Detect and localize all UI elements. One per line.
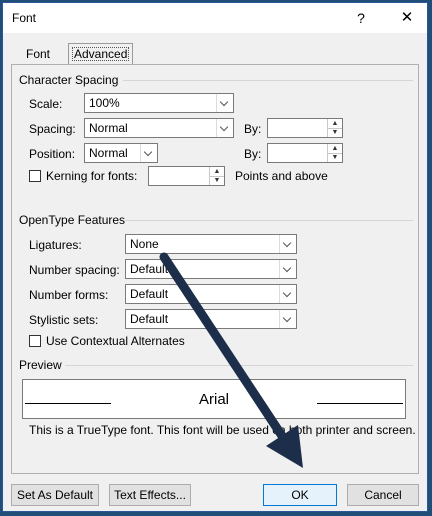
chevron-down-icon[interactable] xyxy=(216,119,233,137)
chevron-down-icon[interactable] xyxy=(279,285,296,303)
position-label: Position: xyxy=(29,147,76,161)
position-by-label: By: xyxy=(244,147,262,161)
tab-font-label: Font xyxy=(26,47,51,61)
number-spacing-label: Number spacing: xyxy=(29,263,120,277)
preview-divider xyxy=(65,365,413,366)
position-by-spinner[interactable]: ▲ ▼ xyxy=(267,143,343,163)
scale-value: 100% xyxy=(89,96,120,110)
position-dropdown[interactable]: Normal xyxy=(84,143,158,163)
stylistic-sets-dropdown[interactable]: Default xyxy=(125,309,297,329)
spinner-buttons: ▲ ▼ xyxy=(209,167,224,185)
number-forms-label: Number forms: xyxy=(29,288,109,302)
ligatures-dropdown[interactable]: None xyxy=(125,234,297,254)
chevron-down-icon[interactable] xyxy=(140,144,157,162)
spacing-label: Spacing: xyxy=(29,122,76,136)
opentype-title: OpenType Features xyxy=(19,213,126,227)
character-spacing-divider xyxy=(123,80,413,81)
number-forms-dropdown[interactable]: Default xyxy=(125,284,297,304)
spinner-buttons: ▲ ▼ xyxy=(327,119,342,137)
chevron-down-icon[interactable] xyxy=(216,94,233,112)
kerning-spinner[interactable]: ▲ ▼ xyxy=(148,166,225,186)
spin-down-icon[interactable]: ▼ xyxy=(210,176,224,185)
font-dialog: Font ? ✕ Font Advanced Character Spacing… xyxy=(2,2,428,512)
number-spacing-dropdown[interactable]: Default xyxy=(125,259,297,279)
cancel-button[interactable]: Cancel xyxy=(347,484,419,506)
contextual-alternates-checkbox[interactable] xyxy=(29,335,41,347)
set-as-default-button[interactable]: Set As Default xyxy=(11,484,99,506)
preview-sample-text: Arial xyxy=(198,391,229,408)
tab-advanced-label: Advanced xyxy=(74,47,128,61)
opentype-divider xyxy=(125,220,413,221)
help-question-icon[interactable]: ? xyxy=(351,8,371,28)
kerning-suffix: Points and above xyxy=(235,169,328,183)
chevron-down-icon[interactable] xyxy=(279,310,296,328)
ok-button[interactable]: OK xyxy=(263,484,337,506)
number-spacing-value: Default xyxy=(130,262,169,276)
spinner-buttons: ▲ ▼ xyxy=(327,144,342,162)
kerning-label: Kerning for fonts: xyxy=(46,169,138,183)
spacing-by-label: By: xyxy=(244,122,262,136)
stylistic-sets-label: Stylistic sets: xyxy=(29,313,99,327)
dialog-title: Font xyxy=(12,11,37,25)
character-spacing-title: Character Spacing xyxy=(19,73,119,87)
position-value: Normal xyxy=(89,146,128,160)
ligatures-value: None xyxy=(130,237,159,251)
ligatures-label: Ligatures: xyxy=(29,238,82,252)
text-effects-button[interactable]: Text Effects... xyxy=(109,484,191,506)
tab-advanced[interactable]: Advanced xyxy=(68,43,134,64)
spin-down-icon[interactable]: ▼ xyxy=(328,153,342,162)
preview-box: Arial xyxy=(22,379,406,419)
scale-label: Scale: xyxy=(29,97,63,111)
spacing-by-spinner[interactable]: ▲ ▼ xyxy=(267,118,343,138)
contextual-alternates-label: Use Contextual Alternates xyxy=(46,334,185,348)
spacing-value: Normal xyxy=(89,121,128,135)
stylistic-sets-value: Default xyxy=(130,312,169,326)
close-icon[interactable]: ✕ xyxy=(397,8,417,28)
kerning-checkbox[interactable] xyxy=(29,170,41,182)
title-bar: Font ? ✕ xyxy=(3,3,427,33)
scale-dropdown[interactable]: 100% xyxy=(84,93,234,113)
tab-font[interactable]: Font xyxy=(21,45,55,63)
preview-description: This is a TrueType font. This font will … xyxy=(29,423,416,437)
number-forms-value: Default xyxy=(130,287,169,301)
chevron-down-icon[interactable] xyxy=(279,235,296,253)
spacing-dropdown[interactable]: Normal xyxy=(84,118,234,138)
chevron-down-icon[interactable] xyxy=(279,260,296,278)
preview-title: Preview xyxy=(19,358,62,372)
spin-down-icon[interactable]: ▼ xyxy=(328,128,342,137)
